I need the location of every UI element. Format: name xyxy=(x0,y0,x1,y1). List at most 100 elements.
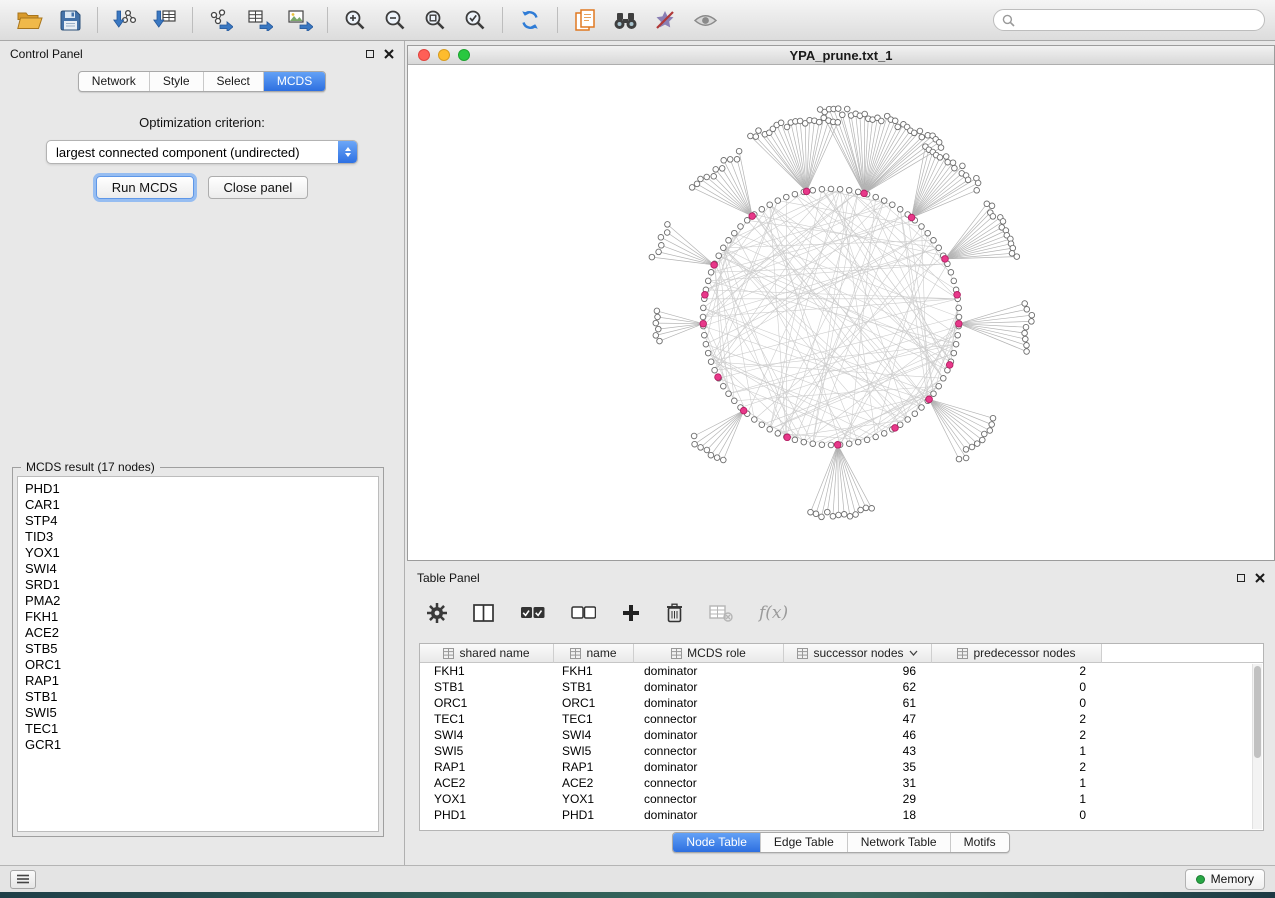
mcds-result-item[interactable]: RAP1 xyxy=(25,673,378,689)
table-vertical-scrollbar[interactable] xyxy=(1252,664,1262,829)
show-columns-button[interactable] xyxy=(473,604,494,622)
task-history-button[interactable] xyxy=(10,870,36,889)
column-header-successor-nodes[interactable]: successor nodes xyxy=(784,644,932,663)
search-box[interactable] xyxy=(993,9,1265,31)
open-file-button[interactable] xyxy=(10,2,50,38)
table-row[interactable]: SWI4SWI4dominator462 xyxy=(420,727,1263,743)
zoom-in-button[interactable] xyxy=(335,2,375,38)
table-row[interactable]: FKH1FKH1dominator962 xyxy=(420,663,1263,679)
mcds-result-item[interactable]: FKH1 xyxy=(25,609,378,625)
node-table[interactable]: shared namenameMCDS rolesuccessor nodesp… xyxy=(419,643,1264,831)
table-settings-button[interactable] xyxy=(427,603,447,623)
table-cell: 31 xyxy=(784,776,932,790)
tab-mcds[interactable]: MCDS xyxy=(264,72,325,91)
export-image-button[interactable] xyxy=(280,2,320,38)
table-row[interactable]: YOX1YOX1connector291 xyxy=(420,791,1263,807)
save-session-button[interactable] xyxy=(50,2,90,38)
column-header-name[interactable]: name xyxy=(554,644,634,663)
tab-motifs[interactable]: Motifs xyxy=(951,833,1009,852)
export-table-button[interactable] xyxy=(240,2,280,38)
mcds-result-item[interactable]: TID3 xyxy=(25,529,378,545)
table-cell: 2 xyxy=(932,760,1102,774)
close-mcds-panel-button[interactable]: Close panel xyxy=(208,176,309,199)
minimize-window-button[interactable] xyxy=(438,49,450,61)
create-column-button[interactable] xyxy=(622,604,640,622)
table-row[interactable]: RAP1RAP1dominator352 xyxy=(420,759,1263,775)
memory-indicator-button[interactable]: Memory xyxy=(1185,869,1265,890)
mcds-result-item[interactable]: SWI4 xyxy=(25,561,378,577)
mcds-result-item[interactable]: STP4 xyxy=(25,513,378,529)
table-column-icon xyxy=(671,648,682,659)
graphics-details-button[interactable] xyxy=(645,2,685,38)
mcds-result-list[interactable]: PHD1CAR1STP4TID3YOX1SWI4SRD1PMA2FKH1ACE2… xyxy=(17,476,379,832)
mcds-result-item[interactable]: STB1 xyxy=(25,689,378,705)
mcds-result-item[interactable]: SWI5 xyxy=(25,705,378,721)
network-window-titlebar[interactable]: YPA_prune.txt_1 xyxy=(408,46,1274,65)
search-input[interactable] xyxy=(1020,13,1256,27)
table-cell: 2 xyxy=(932,728,1102,742)
mcds-result-item[interactable]: PMA2 xyxy=(25,593,378,609)
table-row[interactable]: SWI5SWI5connector431 xyxy=(420,743,1263,759)
network-window[interactable]: YPA_prune.txt_1 xyxy=(407,45,1275,561)
table-row[interactable]: ACE2ACE2connector311 xyxy=(420,775,1263,791)
tab-network[interactable]: Network xyxy=(79,72,150,91)
close-window-button[interactable] xyxy=(418,49,430,61)
mcds-result-item[interactable]: PHD1 xyxy=(25,481,378,497)
zoom-out-button[interactable] xyxy=(375,2,415,38)
maximize-window-button[interactable] xyxy=(458,49,470,61)
float-table-panel-button[interactable] xyxy=(1237,574,1245,582)
table-cell: SWI5 xyxy=(420,744,554,758)
mcds-result-item[interactable]: ORC1 xyxy=(25,657,378,673)
table-row[interactable]: ORC1ORC1dominator610 xyxy=(420,695,1263,711)
scrollbar-thumb[interactable] xyxy=(1254,666,1261,758)
zoom-fit-button[interactable] xyxy=(415,2,455,38)
mcds-result-item[interactable]: CAR1 xyxy=(25,497,378,513)
function-builder-button[interactable]: f(x) xyxy=(759,603,788,623)
table-column-icon xyxy=(797,648,808,659)
zoom-selected-button[interactable] xyxy=(455,2,495,38)
delete-table-button[interactable] xyxy=(709,605,733,622)
tab-style[interactable]: Style xyxy=(150,72,204,91)
float-panel-button[interactable] xyxy=(366,50,374,58)
run-mcds-button[interactable]: Run MCDS xyxy=(96,176,194,199)
mcds-result-item[interactable]: ACE2 xyxy=(25,625,378,641)
column-header-MCDS-role[interactable]: MCDS role xyxy=(634,644,784,663)
show-hide-button[interactable] xyxy=(685,2,725,38)
column-header-shared-name[interactable]: shared name xyxy=(420,644,554,663)
toolbar-divider xyxy=(192,7,193,33)
mcds-result-item[interactable]: GCR1 xyxy=(25,737,378,753)
tab-select[interactable]: Select xyxy=(204,72,264,91)
export-network-button[interactable] xyxy=(200,2,240,38)
chevron-down-icon xyxy=(909,650,918,656)
select-all-button[interactable] xyxy=(520,606,545,620)
table-cell: 0 xyxy=(932,696,1102,710)
first-neighbors-button[interactable] xyxy=(605,2,645,38)
import-table-button[interactable] xyxy=(145,2,185,38)
network-canvas[interactable] xyxy=(408,65,1274,560)
clone-network-button[interactable] xyxy=(565,2,605,38)
table-row[interactable]: PHD1PHD1dominator180 xyxy=(420,807,1263,823)
delete-column-button[interactable] xyxy=(666,603,683,623)
close-panel-icon[interactable] xyxy=(384,49,394,59)
mcds-result-item[interactable]: SRD1 xyxy=(25,577,378,593)
tab-edge-table[interactable]: Edge Table xyxy=(761,833,848,852)
table-row[interactable]: STB1STB1dominator620 xyxy=(420,679,1263,695)
window-controls xyxy=(418,49,470,61)
import-network-button[interactable] xyxy=(105,2,145,38)
tab-network-table[interactable]: Network Table xyxy=(848,833,951,852)
deselect-all-button[interactable] xyxy=(571,606,596,620)
toolbar-divider xyxy=(502,7,503,33)
tab-node-table[interactable]: Node Table xyxy=(673,833,761,852)
mcds-result-item[interactable]: YOX1 xyxy=(25,545,378,561)
mcds-result-item[interactable]: STB5 xyxy=(25,641,378,657)
main-toolbar xyxy=(0,0,1275,41)
column-header-predecessor-nodes[interactable]: predecessor nodes xyxy=(932,644,1102,663)
zoom-fit-icon xyxy=(424,9,446,31)
refresh-icon xyxy=(519,9,541,31)
close-table-panel-icon[interactable] xyxy=(1255,573,1265,583)
table-row[interactable]: TEC1TEC1connector472 xyxy=(420,711,1263,727)
application-window: Control Panel NetworkStyleSelectMCDS Opt… xyxy=(0,0,1275,898)
criterion-dropdown[interactable]: largest connected component (undirected) xyxy=(46,140,358,164)
mcds-result-item[interactable]: TEC1 xyxy=(25,721,378,737)
refresh-button[interactable] xyxy=(510,2,550,38)
